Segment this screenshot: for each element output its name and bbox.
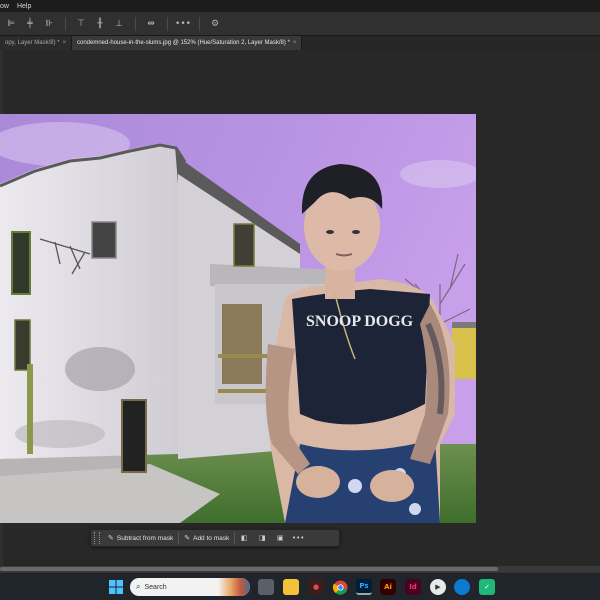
document-tabs: opy, Layer Mask/8) * × condemned-house-i… bbox=[0, 36, 600, 50]
chrome-icon[interactable] bbox=[332, 579, 348, 595]
photoshop-icon[interactable]: Ps bbox=[356, 579, 372, 595]
windows-start-icon[interactable] bbox=[108, 579, 124, 595]
align-left-icon[interactable]: ⊫ bbox=[4, 17, 18, 31]
tab-document-1[interactable]: opy, Layer Mask/8) * × bbox=[0, 36, 72, 50]
tab-label: condemned-house-in-the-slums.jpg @ 152% … bbox=[77, 40, 290, 46]
divider bbox=[167, 16, 168, 31]
media-player-icon[interactable]: ▶ bbox=[430, 579, 446, 595]
distribute-icon[interactable]: ⇹ bbox=[144, 17, 158, 31]
tab-label: opy, Layer Mask/8) * bbox=[5, 40, 60, 46]
align-hcenter-icon[interactable]: ╪ bbox=[23, 17, 37, 31]
brush-minus-icon: ✎ bbox=[108, 534, 114, 542]
align-bottom-icon[interactable]: ⊥ bbox=[112, 17, 126, 31]
indesign-icon[interactable]: Id bbox=[405, 579, 421, 595]
more-options-button[interactable]: ••• bbox=[175, 17, 191, 31]
brush-plus-icon: ✎ bbox=[184, 534, 191, 542]
scrollbar-thumb[interactable] bbox=[0, 567, 498, 571]
more-options-button[interactable]: ••• bbox=[289, 531, 307, 545]
mask-options-icon[interactable]: ◨ bbox=[253, 531, 271, 545]
contextual-task-bar: ✎ Subtract from mask ✎ Add to mask ◧ ◨ ▣… bbox=[90, 529, 340, 547]
search-highlight-image bbox=[218, 578, 250, 596]
search-placeholder: Search bbox=[144, 583, 167, 591]
shirt-text: SNOOP DOGG bbox=[306, 313, 414, 330]
align-vcenter-icon[interactable]: ╫ bbox=[93, 17, 107, 31]
shield-app-icon[interactable]: ✓ bbox=[479, 579, 495, 595]
close-icon[interactable]: × bbox=[63, 40, 67, 46]
subtract-from-mask-button[interactable]: ✎ Subtract from mask bbox=[103, 531, 178, 545]
add-to-mask-button[interactable]: ✎ Add to mask bbox=[179, 531, 234, 545]
fill-mask-icon[interactable]: ▣ bbox=[271, 531, 289, 545]
subtract-from-mask-label: Subtract from mask bbox=[116, 534, 174, 542]
edge-icon[interactable] bbox=[454, 579, 470, 595]
document-canvas-image[interactable]: SNOOP DOGG bbox=[0, 114, 476, 523]
options-bar: ⊫ ╪ ⊪ ⊤ ╫ ⊥ ⇹ ••• ⚙ bbox=[0, 12, 600, 36]
drag-handle[interactable] bbox=[94, 532, 100, 544]
align-top-icon[interactable]: ⊤ bbox=[74, 17, 88, 31]
close-icon[interactable]: × bbox=[293, 40, 297, 46]
file-explorer-icon[interactable] bbox=[283, 579, 299, 595]
align-right-icon[interactable]: ⊪ bbox=[42, 17, 56, 31]
menu-item-help[interactable]: Help bbox=[17, 3, 31, 10]
search-icon: ⌕ bbox=[136, 582, 141, 591]
divider bbox=[199, 16, 200, 31]
composite-photo: SNOOP DOGG bbox=[0, 114, 476, 523]
tab-document-2[interactable]: condemned-house-in-the-slums.jpg @ 152% … bbox=[72, 36, 303, 50]
add-to-mask-label: Add to mask bbox=[193, 534, 230, 542]
gear-icon[interactable]: ⚙ bbox=[208, 17, 222, 31]
widgets-icon[interactable] bbox=[258, 579, 274, 595]
menu-bar: ow Help bbox=[0, 0, 600, 12]
divider bbox=[135, 16, 136, 31]
invert-mask-icon[interactable]: ◧ bbox=[235, 531, 253, 545]
divider bbox=[65, 16, 66, 31]
taskbar-search-box[interactable]: ⌕ Search bbox=[130, 578, 250, 596]
red-app-icon[interactable]: ● bbox=[308, 579, 324, 595]
menu-item-window[interactable]: ow bbox=[0, 3, 9, 10]
illustrator-icon[interactable]: Ai bbox=[380, 579, 396, 595]
os-taskbar: ⌕ Search ● Ps Ai Id ▶ ✓ bbox=[0, 572, 600, 600]
